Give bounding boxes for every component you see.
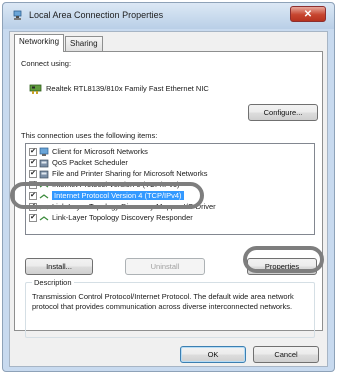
close-icon: ✕ — [303, 8, 313, 20]
list-item-qos[interactable]: ✔ QoS Packet Scheduler — [29, 157, 128, 168]
service-icon — [39, 159, 49, 167]
checkbox[interactable]: ✔ — [29, 202, 37, 211]
list-item-ipv6[interactable]: ✔ Internet Protocol Version 6 (TCP/IPv6) — [29, 179, 180, 190]
tab-networking[interactable]: Networking — [14, 34, 65, 52]
list-item-lltd-mapper[interactable]: ✔ Link-Layer Topology Discovery Mapper I… — [29, 201, 216, 212]
dialog-window: Local Area Connection Properties ✕ Netwo… — [2, 2, 335, 372]
title-bar[interactable]: Local Area Connection Properties ✕ — [3, 3, 334, 29]
items-label: This connection uses the following items… — [21, 131, 158, 140]
description-text: Transmission Control Protocol/Internet P… — [32, 292, 294, 311]
protocol-icon — [39, 182, 49, 187]
protocol-icon — [39, 215, 49, 220]
checkbox[interactable]: ✔ — [29, 158, 37, 167]
window-title: Local Area Connection Properties — [29, 10, 164, 20]
checkbox[interactable]: ✔ — [29, 147, 37, 156]
close-button[interactable]: ✕ — [290, 6, 326, 22]
list-item-ipv4[interactable]: ✔ Internet Protocol Version 4 (TCP/IPv4) — [29, 190, 184, 201]
properties-button[interactable]: Properties — [247, 258, 317, 275]
adapter-name: Realtek RTL8139/810x Family Fast Etherne… — [46, 84, 209, 93]
item-label: Internet Protocol Version 6 (TCP/IPv6) — [52, 180, 180, 189]
service-icon — [39, 170, 49, 178]
ok-button[interactable]: OK — [180, 346, 246, 363]
protocol-icon — [39, 204, 49, 209]
networking-panel: Connect using: Realtek RTL8139/810x Fami… — [14, 51, 323, 338]
network-connection-icon — [13, 10, 22, 20]
item-label: QoS Packet Scheduler — [52, 158, 128, 167]
item-label: Internet Protocol Version 4 (TCP/IPv4) — [52, 191, 184, 200]
items-list[interactable]: ✔ Client for Microsoft Networks ✔ QoS Pa… — [25, 143, 315, 235]
cancel-button[interactable]: Cancel — [253, 346, 319, 363]
uninstall-button[interactable]: Uninstall — [125, 258, 205, 275]
tab-sharing[interactable]: Sharing — [65, 36, 103, 51]
checkbox[interactable]: ✔ — [29, 169, 37, 178]
description-group: Description Transmission Control Protoco… — [25, 278, 315, 338]
protocol-icon — [39, 193, 49, 198]
description-title: Description — [32, 278, 74, 287]
checkbox[interactable]: ✔ — [29, 191, 37, 200]
network-adapter-icon — [29, 84, 42, 94]
configure-button[interactable]: Configure... — [248, 104, 318, 121]
connect-using-label: Connect using: — [21, 59, 72, 68]
dialog-body: Networking Sharing Connect using: Realte… — [9, 31, 328, 367]
list-item-lltd-responder[interactable]: ✔ Link-Layer Topology Discovery Responde… — [29, 212, 193, 223]
client-icon — [39, 147, 49, 156]
list-item-file-printer-sharing[interactable]: ✔ File and Printer Sharing for Microsoft… — [29, 168, 207, 179]
checkbox[interactable]: ✔ — [29, 180, 37, 189]
list-item-client[interactable]: ✔ Client for Microsoft Networks — [29, 146, 148, 157]
checkbox[interactable]: ✔ — [29, 213, 37, 222]
item-label: File and Printer Sharing for Microsoft N… — [52, 169, 208, 178]
install-button[interactable]: Install... — [25, 258, 93, 275]
item-label: Link-Layer Topology Discovery Mapper I/O… — [52, 202, 216, 211]
item-label: Link-Layer Topology Discovery Responder — [52, 213, 193, 222]
item-label: Client for Microsoft Networks — [52, 147, 148, 156]
